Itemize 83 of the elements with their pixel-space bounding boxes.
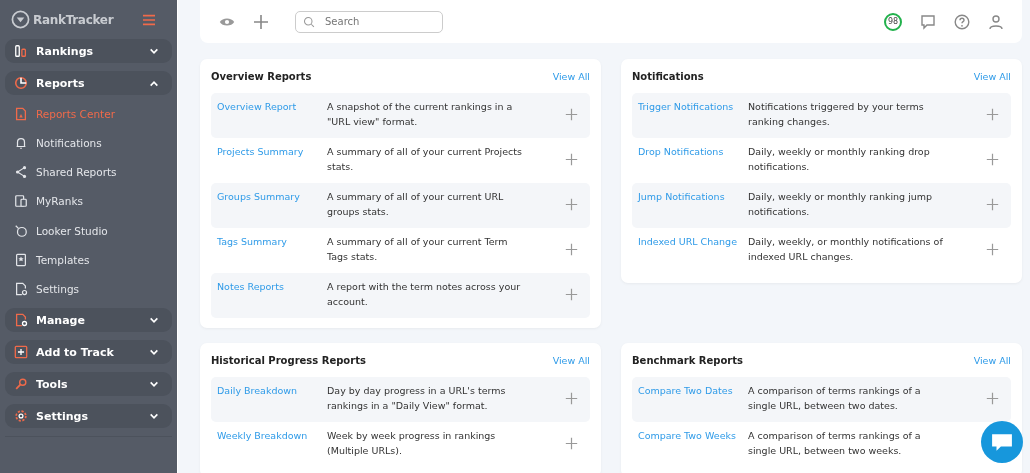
bars-icon bbox=[14, 44, 28, 58]
view-all-link[interactable]: View All bbox=[973, 354, 1011, 366]
report-description: Daily, weekly, or monthly notifications of indexed URL changes. bbox=[748, 235, 944, 264]
report-link[interactable]: Weekly Breakdown bbox=[217, 428, 327, 443]
view-all-link[interactable]: View All bbox=[552, 354, 590, 366]
nav-group[interactable]: Reports bbox=[5, 71, 172, 95]
report-link[interactable]: Tags Summary bbox=[217, 234, 327, 249]
add-icon[interactable] bbox=[565, 437, 578, 450]
logo-text: RankTracker bbox=[33, 12, 114, 27]
nav-item[interactable]: Shared Reports bbox=[5, 161, 172, 183]
nav-group[interactable]: Tools bbox=[5, 372, 172, 397]
view-all-link[interactable]: View All bbox=[552, 70, 590, 82]
nav-item[interactable]: Settings bbox=[5, 278, 172, 300]
nav-item[interactable]: MyRanks bbox=[5, 190, 172, 212]
settings-icon bbox=[14, 409, 28, 424]
report-link[interactable]: Trigger Notifications bbox=[638, 99, 748, 114]
report-link[interactable]: Daily Breakdown bbox=[217, 383, 327, 398]
report-description: Daily, weekly or monthly ranking drop notifications. bbox=[748, 145, 931, 174]
pie-chart-icon bbox=[14, 76, 28, 90]
card-title: Overview Reports bbox=[211, 70, 312, 82]
report-link[interactable]: Compare Two Dates bbox=[638, 383, 748, 398]
card-title: Benchmark Reports bbox=[632, 354, 743, 366]
report-link[interactable]: Indexed URL Change bbox=[638, 234, 748, 249]
card-title: Historical Progress Reports bbox=[211, 354, 366, 366]
template-icon bbox=[14, 253, 28, 267]
nav-group[interactable]: Rankings bbox=[5, 39, 172, 63]
nav-group[interactable]: Add to Track bbox=[5, 340, 172, 365]
report-description: A comparison of terms rankings of a single URL, between two weeks. bbox=[748, 429, 922, 458]
add-icon[interactable] bbox=[986, 392, 999, 405]
nav-item[interactable]: Notifications bbox=[5, 132, 172, 154]
add-icon[interactable] bbox=[986, 243, 999, 256]
add-icon[interactable] bbox=[986, 108, 999, 121]
report-link[interactable]: Groups Summary bbox=[217, 189, 327, 204]
report-description: A comparison of terms rankings of a single URL, between two dates. bbox=[748, 384, 922, 413]
logo-icon bbox=[11, 10, 30, 29]
chat-icon[interactable] bbox=[920, 13, 936, 30]
wrench-icon bbox=[14, 377, 28, 392]
view-all-link[interactable]: View All bbox=[973, 70, 1011, 82]
report-link[interactable]: Overview Report bbox=[217, 99, 327, 114]
report-description: Daily, weekly or monthly ranking jump notifications. bbox=[748, 190, 934, 219]
add-icon[interactable] bbox=[565, 243, 578, 256]
circle-icon bbox=[14, 223, 28, 238]
nav-group[interactable]: Manage bbox=[5, 308, 172, 333]
document-gear-icon bbox=[14, 282, 28, 297]
nav-group[interactable]: Settings bbox=[5, 404, 172, 429]
nav-item[interactable]: Templates bbox=[5, 249, 172, 271]
plus-icon[interactable] bbox=[253, 13, 269, 30]
add-icon[interactable] bbox=[565, 198, 578, 211]
report-description: A summary of all of your current Projects stats. bbox=[327, 145, 523, 174]
nav-item[interactable]: Reports Center bbox=[5, 103, 172, 124]
search-icon bbox=[303, 15, 315, 28]
share-icon bbox=[14, 165, 28, 180]
bell-icon bbox=[14, 135, 28, 150]
search-field[interactable]: Search bbox=[295, 10, 443, 33]
chat-icon bbox=[991, 432, 1013, 452]
document-icon bbox=[14, 106, 28, 121]
add-icon bbox=[14, 345, 28, 360]
report-link[interactable]: Drop Notifications bbox=[638, 144, 748, 159]
add-icon[interactable] bbox=[565, 108, 578, 121]
report-description: Week by week progress in rankings (Multiple URLs). bbox=[327, 429, 497, 458]
report-description: A snapshot of the current rankings in a "URL view" format. bbox=[327, 100, 514, 129]
add-icon[interactable] bbox=[565, 153, 578, 166]
report-link[interactable]: Jump Notifications bbox=[638, 189, 748, 204]
report-description: A report with the term notes across your account. bbox=[327, 280, 522, 309]
menu-icon[interactable] bbox=[142, 13, 156, 26]
nav-item[interactable]: Looker Studio bbox=[5, 220, 172, 242]
add-icon[interactable] bbox=[565, 288, 578, 301]
report-description: A summary of all of your current Term Tags stats. bbox=[327, 235, 509, 264]
document-gear-icon bbox=[14, 313, 28, 328]
report-link[interactable]: Notes Reports bbox=[217, 279, 327, 294]
report-link[interactable]: Compare Two Weeks bbox=[638, 428, 748, 443]
add-icon[interactable] bbox=[986, 198, 999, 211]
report-description: Day by day progress in a URL's terms rankings in a "Daily View" format. bbox=[327, 384, 507, 413]
add-icon[interactable] bbox=[565, 392, 578, 405]
add-icon[interactable] bbox=[986, 153, 999, 166]
help-icon[interactable] bbox=[954, 13, 970, 30]
devices-icon bbox=[14, 194, 28, 209]
report-link[interactable]: Projects Summary bbox=[217, 144, 327, 159]
report-description: Notifications triggered by your terms ranking changes. bbox=[748, 100, 925, 129]
report-description: A summary of all of your current URL groups stats. bbox=[327, 190, 505, 219]
card-title: Notifications bbox=[632, 70, 704, 82]
score-badge[interactable]: 98 bbox=[884, 12, 902, 31]
user-icon[interactable] bbox=[988, 13, 1004, 30]
